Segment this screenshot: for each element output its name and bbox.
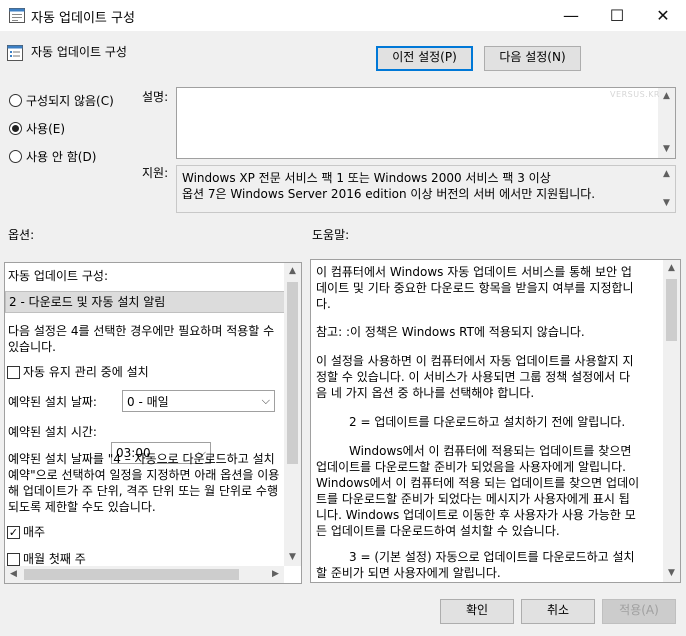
- maximize-button[interactable]: ☐: [594, 0, 640, 31]
- help-paragraph-1: 이 컴퓨터에서 Windows 자동 업데이트 서비스를 통해 보안 업 데이트…: [316, 264, 634, 312]
- help-line: 데이트 및 기타 중요한 다운로드 항목을 받을지 여부를 지정합니: [316, 281, 634, 295]
- scroll-down-icon[interactable]: ▼: [658, 141, 675, 158]
- scroll-up-icon[interactable]: ▲: [658, 88, 675, 105]
- help-panel: 이 컴퓨터에서 Windows 자동 업데이트 서비스를 통해 보안 업 데이트…: [310, 259, 681, 583]
- policy-window-icon: [9, 8, 25, 23]
- help-line: 정할 수 있습니다. 이 서비스가 사용되면 그룹 정책 설정에서 다: [316, 370, 631, 384]
- help-line: 든 업데이트를 다운로드하여 설치할 수 있습니다.: [316, 524, 560, 538]
- chevron-down-icon: ⌵: [261, 394, 270, 407]
- scroll-up-icon[interactable]: ▲: [663, 260, 680, 277]
- close-button[interactable]: ✕: [640, 0, 686, 31]
- radio-not-configured[interactable]: 구성되지 않음(C): [9, 92, 114, 109]
- scroll-thumb[interactable]: [287, 282, 298, 464]
- options-panel: 자동 업데이트 구성: 2 - 다운로드 및 자동 설치 알림 다음 설정은 4…: [4, 262, 302, 584]
- configure-select[interactable]: 2 - 다운로드 및 자동 설치 알림: [5, 291, 285, 313]
- maximize-icon: ☐: [609, 6, 625, 25]
- info-line-3: 해 업데이트가 주 단위, 격주 단위 또는 월 단위로 수행: [8, 484, 278, 498]
- help-line: 할 준비가 되면 사용자에게 알립니다.: [316, 566, 501, 580]
- every-week-checkbox[interactable]: ✓ 매주: [7, 524, 45, 540]
- help-line: Windows에서 이 컴퓨터에 적용 되는 업데이트를 찾으면 업데이: [316, 476, 640, 490]
- help-paragraph-2: 참고: :이 정책은 Windows RT에 적용되지 않습니다.: [316, 324, 585, 340]
- note-line-1: 다음 설정은 4를 선택한 경우에만 필요하며 적용할 수: [8, 324, 275, 338]
- scroll-up-icon[interactable]: ▲: [284, 263, 301, 280]
- comment-textarea[interactable]: ▲ ▼: [176, 87, 676, 159]
- help-label: 도움말:: [312, 228, 350, 242]
- info-line-1: 예약된 설치 날짜를 "4 – 자동으로 다운로드하고 설치: [8, 452, 275, 466]
- help-line: 니다. Windows 업데이트로 이동한 후 사용자가 사용 가능한 모: [316, 508, 636, 522]
- checkbox-box: [7, 552, 20, 566]
- help-line: 업데이트를 다운로드할 준비가 되었음을 사용자에게 알립니다.: [316, 460, 626, 474]
- help-line: 이 컴퓨터에서 Windows 자동 업데이트 서비스를 통해 보안 업: [316, 265, 632, 279]
- note-line-2: 있습니다.: [8, 340, 56, 354]
- help-paragraph-6: 3 = (기본 설정) 자동으로 업데이트를 다운로드하고 설치 할 준비가 되…: [316, 549, 635, 581]
- scroll-up-icon[interactable]: ▲: [658, 166, 675, 183]
- options-hscrollbar[interactable]: ◀ ▶: [5, 566, 284, 583]
- help-line: Windows에서 이 컴퓨터에 적용되는 업데이트를 찾으면: [349, 444, 632, 458]
- radio-circle-selected: [9, 122, 22, 135]
- help-line: 이 설정을 사용하면 이 컴퓨터에서 자동 업데이트를 사용할지 지: [316, 354, 634, 368]
- minimize-button[interactable]: —: [548, 0, 594, 31]
- checkbox-box: [7, 365, 20, 379]
- supported-label: 지원:: [142, 166, 169, 180]
- maintenance-checkbox[interactable]: 자동 유지 관리 중에 설치: [7, 364, 149, 380]
- radio-circle: [9, 94, 22, 107]
- supported-scrollbar[interactable]: ▲ ▼: [658, 166, 675, 212]
- watermark: VERSUS.KR: [610, 90, 660, 99]
- options-vscrollbar[interactable]: ▲ ▼: [284, 263, 301, 566]
- scroll-down-icon[interactable]: ▼: [663, 565, 680, 582]
- scroll-left-icon[interactable]: ◀: [5, 566, 22, 583]
- help-line: 3 = (기본 설정) 자동으로 업데이트를 다운로드하고 설치: [349, 550, 635, 564]
- minimize-icon: —: [563, 6, 579, 25]
- help-line: 트를 다운로드할 준비가 되었다는 메시지가 사용자에게 표시 됩: [316, 492, 630, 506]
- supported-line-1: Windows XP 전문 서비스 팩 1 또는 Windows 2000 서비…: [182, 171, 551, 185]
- ok-button[interactable]: 확인: [440, 599, 514, 624]
- scroll-thumb[interactable]: [666, 279, 677, 341]
- configure-label: 자동 업데이트 구성:: [8, 269, 108, 283]
- help-paragraph-4: 2 = 업데이트를 다운로드하고 설치하기 전에 알립니다.: [349, 414, 625, 430]
- radio-not-configured-label: 구성되지 않음(C): [26, 94, 114, 108]
- comment-label: 설명:: [142, 90, 169, 104]
- checkbox-checked: ✓: [7, 525, 20, 539]
- scroll-down-icon[interactable]: ▼: [284, 549, 301, 566]
- window-title: 자동 업데이트 구성: [31, 11, 135, 26]
- radio-enabled[interactable]: 사용(E): [9, 120, 65, 137]
- scroll-thumb[interactable]: [24, 569, 239, 580]
- help-line: 2 = 업데이트를 다운로드하고 설치하기 전에 알립니다.: [349, 415, 626, 429]
- help-paragraph-5: Windows에서 이 컴퓨터에 적용되는 업데이트를 찾으면 업데이트를 다운…: [316, 443, 639, 539]
- help-vscrollbar[interactable]: ▲ ▼: [663, 260, 680, 582]
- radio-circle: [9, 150, 22, 163]
- maintenance-label: 자동 유지 관리 중에 설치: [23, 365, 149, 379]
- info-line-4: 되도록 제한할 수도 있습니다.: [8, 500, 156, 514]
- title-bar: 자동 업데이트 구성 — ☐ ✕: [0, 0, 686, 31]
- install-day-value: 0 - 매일: [127, 394, 169, 409]
- help-paragraph-3: 이 설정을 사용하면 이 컴퓨터에서 자동 업데이트를 사용할지 지 정할 수 …: [316, 353, 634, 401]
- install-day-label: 예약된 설치 날짜:: [8, 395, 97, 409]
- radio-disabled-label: 사용 안 함(D): [26, 150, 97, 164]
- first-week-label: 매월 첫째 주: [23, 552, 86, 566]
- supported-line-2: 옵션 7은 Windows Server 2016 edition 이상 버전의…: [182, 187, 596, 201]
- supported-on-text: Windows XP 전문 서비스 팩 1 또는 Windows 2000 서비…: [182, 170, 595, 202]
- policy-setting-icon: [7, 45, 23, 61]
- help-line: 참고: :이 정책은 Windows RT에 적용되지 않습니다.: [316, 325, 585, 339]
- previous-setting-button[interactable]: 이전 설정(P): [376, 46, 473, 71]
- info-line-2: 예약"으로 선택하여 일정을 지정하면 아래 옵션을 이용: [8, 468, 280, 482]
- scroll-right-icon[interactable]: ▶: [267, 566, 284, 583]
- close-icon: ✕: [656, 6, 670, 25]
- help-line: 다.: [316, 297, 331, 311]
- apply-button[interactable]: 적용(A): [602, 599, 676, 624]
- scroll-down-icon[interactable]: ▼: [658, 195, 675, 212]
- cancel-button[interactable]: 취소: [521, 599, 595, 624]
- policy-title: 자동 업데이트 구성: [31, 45, 127, 59]
- options-label: 옵션:: [8, 228, 35, 242]
- first-week-checkbox[interactable]: 매월 첫째 주: [7, 551, 86, 567]
- comment-scrollbar[interactable]: ▲ ▼: [658, 88, 675, 158]
- radio-enabled-label: 사용(E): [26, 122, 66, 136]
- radio-disabled[interactable]: 사용 안 함(D): [9, 148, 96, 165]
- next-setting-button[interactable]: 다음 설정(N): [484, 46, 581, 71]
- install-day-select[interactable]: 0 - 매일 ⌵: [122, 390, 275, 412]
- every-week-label: 매주: [23, 525, 46, 539]
- help-line: 음 네 가지 옵션 중 하나를 선택해야 합니다.: [316, 386, 535, 400]
- install-time-label: 예약된 설치 시간:: [8, 425, 97, 439]
